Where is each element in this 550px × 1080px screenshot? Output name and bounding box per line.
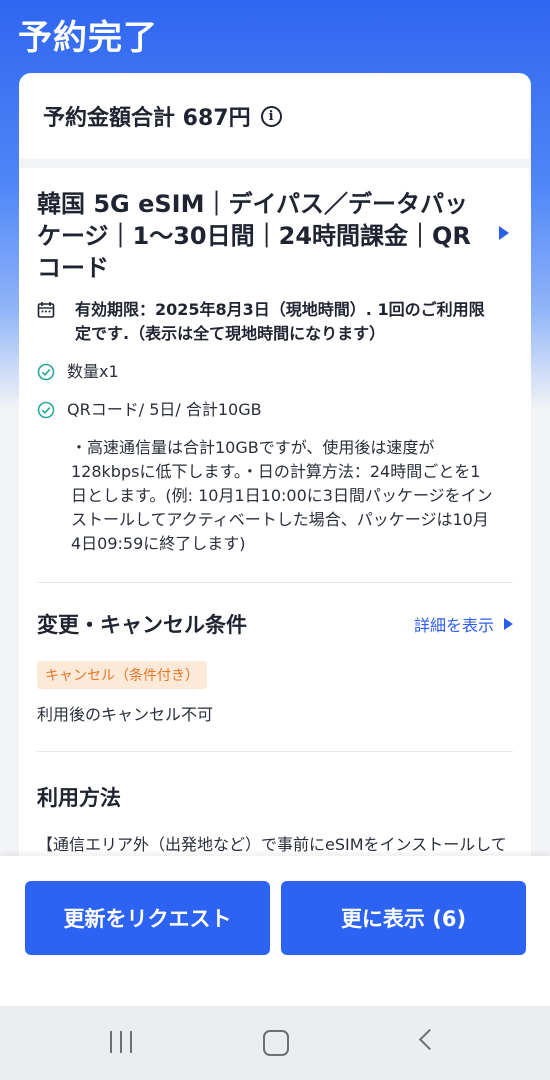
page-title: 予約完了: [18, 18, 158, 58]
show-details-link[interactable]: 詳細を表示: [414, 612, 513, 636]
recent-apps-icon[interactable]: [108, 1031, 134, 1053]
quantity-row: 数量x1: [37, 360, 495, 384]
back-icon[interactable]: [418, 1028, 441, 1051]
cancellation-title: 変更・キャンセル条件: [37, 613, 247, 637]
home-icon[interactable]: [263, 1030, 289, 1056]
quantity-text: 数量x1: [67, 362, 119, 381]
chevron-right-icon: [504, 618, 513, 630]
cancellation-badge: キャンセル（条件付き）: [37, 661, 207, 689]
show-more-button[interactable]: 更に表示 (6): [281, 881, 526, 955]
product-details: 韓国 5G eSIM｜デイパス／データパッケージ｜1〜30日間｜24時間課金｜Q…: [19, 168, 531, 556]
total-amount-row: 予約金額合計 687円 i: [19, 73, 531, 159]
system-navigation-bar: [0, 1006, 550, 1080]
info-icon[interactable]: i: [260, 105, 282, 127]
validity-row: 有効期限：2025年8月3日（現地時間）. 1回のご利用限定です.（表示は全て現…: [37, 298, 495, 346]
plan-row: QRコード/ 5日/ 合計10GB: [37, 398, 495, 422]
show-details-label: 詳細を表示: [413, 616, 494, 635]
product-title[interactable]: 韓国 5G eSIM｜デイパス／データパッケージ｜1〜30日間｜24時間課金｜Q…: [37, 188, 495, 284]
check-circle-icon: [37, 401, 55, 419]
usage-title: 利用方法: [37, 786, 121, 810]
booking-card: 予約金額合計 687円 i 韓国 5G eSIM｜デイパス／データパッケージ｜1…: [19, 73, 531, 873]
check-circle-icon: [37, 363, 55, 381]
validity-text: 有効期限：2025年8月3日（現地時間）. 1回のご利用限定です.（表示は全て現…: [75, 300, 485, 343]
bottom-action-bar: 更新をリクエスト 更に表示 (6): [0, 856, 550, 1006]
request-update-button[interactable]: 更新をリクエスト: [25, 881, 270, 955]
plan-description: ・高速通信量は合計10GBですが、使用後は速度が128kbpsに低下します。・日…: [71, 438, 493, 553]
calendar-icon: [37, 302, 55, 318]
cancellation-policy: 利用後のキャンセル不可: [37, 705, 214, 724]
total-amount: 予約金額合計 687円: [43, 106, 251, 131]
cancellation-header: 変更・キャンセル条件 詳細を表示: [19, 583, 531, 665]
plan-text: QRコード/ 5日/ 合計10GB: [67, 400, 262, 419]
section-divider: [19, 159, 531, 168]
product-chevron-right-icon[interactable]: [499, 226, 509, 240]
